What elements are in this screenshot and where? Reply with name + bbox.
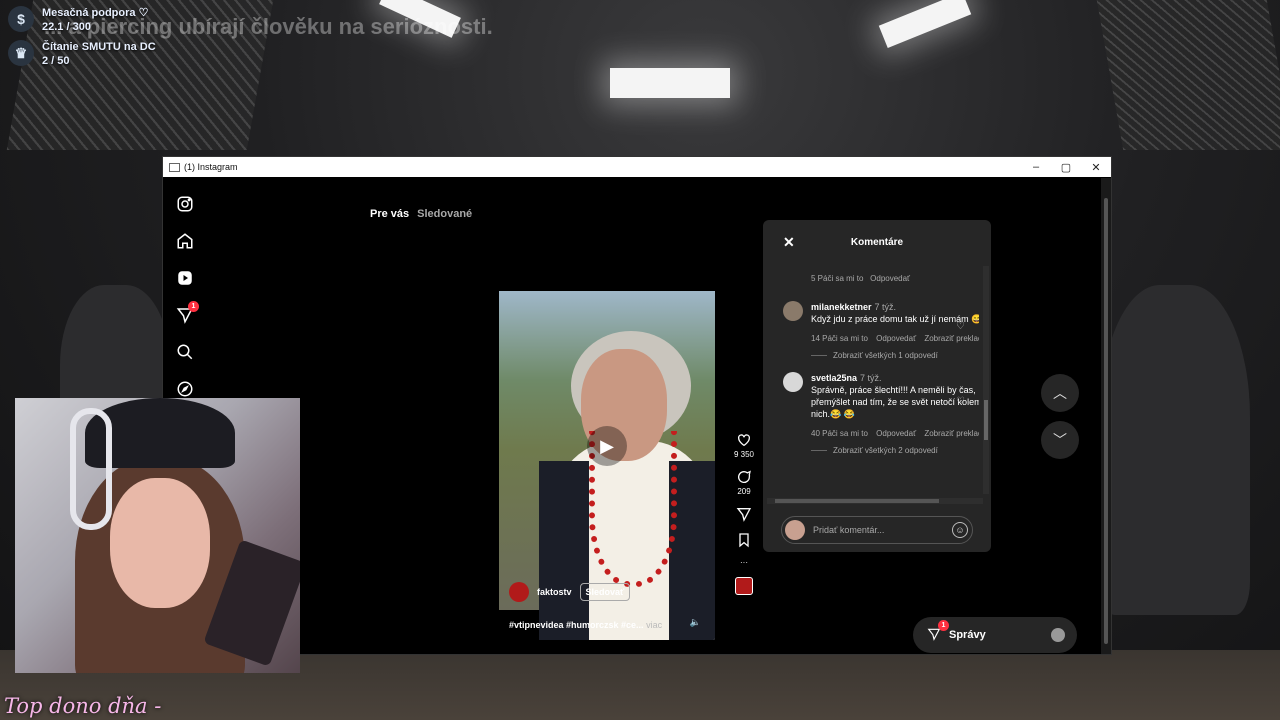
comments-panel: ✕ Komentáre 5 Páči sa mi to Odpovedať mi… bbox=[763, 220, 991, 552]
comment-text: Správně, práce šlechtí!!! A neměli by ča… bbox=[811, 385, 979, 419]
sidebar: 1 bbox=[173, 192, 199, 414]
caption-more-link[interactable]: viac bbox=[646, 620, 662, 630]
search-icon[interactable] bbox=[173, 340, 197, 364]
studio-light-center bbox=[610, 68, 730, 98]
author-username[interactable]: faktostv bbox=[537, 587, 572, 597]
background-person-right bbox=[1100, 285, 1250, 615]
add-comment-field[interactable]: Pridať komentár... ☺ bbox=[781, 516, 973, 544]
reel-caption: #vtipnevidea #humorczsk #ce... viac bbox=[509, 620, 662, 630]
comment-likes: 5 Páči sa mi to bbox=[811, 274, 864, 283]
messages-avatar bbox=[1051, 628, 1065, 642]
play-icon[interactable]: ▶ bbox=[587, 426, 627, 466]
home-icon[interactable] bbox=[173, 229, 197, 253]
comment-likes: 40 Páči sa mi to bbox=[811, 429, 868, 438]
streamer-webcam bbox=[15, 398, 300, 673]
add-comment-placeholder[interactable]: Pridať komentár... bbox=[813, 525, 884, 535]
comment-like-heart-icon[interactable]: ♡ bbox=[956, 396, 965, 407]
comment-count: 209 bbox=[737, 487, 751, 496]
follow-button[interactable]: Sledovať bbox=[579, 583, 631, 601]
goal-reading: ♛ Čítanie SMUTU na DC 2 / 50 bbox=[8, 40, 156, 68]
comments-vertical-scrollbar[interactable] bbox=[983, 266, 989, 494]
comment-action[interactable]: 209 bbox=[733, 469, 755, 496]
comment-time: 7 týž. bbox=[860, 373, 882, 383]
dollar-icon: $ bbox=[8, 6, 34, 32]
like-action[interactable]: 9 350 bbox=[733, 432, 755, 459]
like-count: 9 350 bbox=[733, 450, 755, 459]
close-comments-button[interactable]: ✕ bbox=[783, 234, 795, 251]
heart-icon bbox=[738, 434, 750, 447]
comments-title: Komentáre bbox=[850, 236, 904, 248]
comment-text: Když jdu z práce domu tak už jí nemám 😄 bbox=[811, 314, 979, 324]
studio-softbox-right bbox=[1096, 0, 1280, 150]
goal-monthly-support: $ Mesačná podpora ♡ 22.1 / 300 bbox=[8, 6, 148, 34]
reel-video[interactable]: ▶ faktostv Sledovať #vtipnevidea #humorc… bbox=[499, 256, 715, 640]
view-replies-link[interactable]: Zobraziť všetkých 2 odpovedí bbox=[811, 446, 979, 455]
previous-reel-button[interactable]: ︿ bbox=[1041, 374, 1079, 412]
tab-following[interactable]: Sledované bbox=[417, 208, 472, 220]
reply-link[interactable]: Odpovedať bbox=[876, 429, 916, 438]
comment-item: svetla25na 7 týž. Správně, práce šlechtí!… bbox=[783, 372, 979, 440]
window-scrollbar[interactable] bbox=[1101, 178, 1111, 654]
messages-badge: 1 bbox=[938, 619, 949, 631]
my-avatar bbox=[785, 520, 805, 540]
share-action[interactable] bbox=[733, 506, 755, 522]
window-app-icon bbox=[169, 162, 180, 172]
instagram-window: (1) Instagram – ▢ ✕ 1 Pre vás Sledované … bbox=[162, 156, 1112, 655]
tab-for-you[interactable]: Pre vás bbox=[370, 208, 409, 220]
commenter-username[interactable]: milanekketner bbox=[811, 302, 872, 312]
crown-icon: ♛ bbox=[8, 40, 34, 66]
view-replies-link[interactable]: Zobraziť všetkých 1 odpovedí bbox=[811, 351, 979, 360]
comment-item: milanekketner 7 týž. Když jdu z práce dom… bbox=[783, 301, 979, 345]
direct-messages-icon: 1 bbox=[927, 619, 949, 644]
goal-label: Čítanie SMUTU na DC bbox=[42, 41, 156, 53]
translate-link[interactable]: Zobraziť preklad bbox=[924, 429, 979, 438]
minimize-button[interactable]: – bbox=[1021, 161, 1051, 174]
emoji-icon[interactable]: ☺ bbox=[952, 522, 968, 538]
reels-icon[interactable] bbox=[173, 266, 197, 290]
save-action[interactable] bbox=[733, 532, 755, 548]
bookmark-icon bbox=[739, 533, 749, 548]
top-donation-label: Top dono dňa - bbox=[4, 694, 162, 718]
comment-icon bbox=[738, 470, 751, 483]
close-window-button[interactable]: ✕ bbox=[1081, 161, 1111, 174]
notification-badge: 1 bbox=[188, 301, 199, 312]
commenter-avatar[interactable] bbox=[783, 301, 803, 321]
reply-link[interactable]: Odpovedať bbox=[870, 274, 910, 283]
commenter-username[interactable]: svetla25na bbox=[811, 373, 857, 383]
window-title: (1) Instagram bbox=[184, 162, 238, 172]
translate-link[interactable]: Zobraziť preklad bbox=[924, 334, 979, 343]
comments-list[interactable]: 5 Páči sa mi to Odpovedať milanekketner 7… bbox=[783, 264, 979, 488]
goal-progress: 2 / 50 bbox=[42, 55, 70, 67]
audio-thumbnail[interactable] bbox=[735, 577, 753, 595]
goal-progress: 22.1 / 300 bbox=[42, 21, 91, 33]
commenter-avatar[interactable] bbox=[783, 372, 803, 392]
messages-button[interactable]: 1 Správy bbox=[913, 617, 1077, 653]
comment-like-heart-icon[interactable]: ♡ bbox=[956, 321, 965, 332]
mute-icon[interactable]: 🔈 bbox=[690, 617, 701, 628]
next-reel-button[interactable]: ﹀ bbox=[1041, 421, 1079, 459]
maximize-button[interactable]: ▢ bbox=[1051, 161, 1081, 174]
comments-horizontal-scrollbar[interactable] bbox=[767, 498, 983, 504]
share-icon bbox=[736, 508, 752, 522]
direct-messages-icon[interactable]: 1 bbox=[173, 301, 199, 327]
author-avatar[interactable] bbox=[509, 582, 529, 602]
instagram-logo-icon[interactable] bbox=[173, 192, 197, 216]
reply-link[interactable]: Odpovedať bbox=[876, 334, 916, 343]
instagram-content: 1 Pre vás Sledované ▶ faktostv Sledovať … bbox=[163, 178, 1111, 654]
messages-label: Správy bbox=[949, 629, 986, 641]
reel-actions: 9 350 209 ··· bbox=[733, 432, 755, 595]
reel-author: faktostv Sledovať bbox=[509, 582, 631, 602]
more-options-icon[interactable]: ··· bbox=[733, 558, 755, 567]
goal-label: Mesačná podpora ♡ bbox=[42, 7, 149, 19]
feed-tabs: Pre vás Sledované bbox=[370, 208, 472, 220]
comment-likes: 14 Páči sa mi to bbox=[811, 334, 868, 343]
comment-time: 7 týž. bbox=[874, 302, 897, 312]
caption-text: #vtipnevidea #humorczsk #ce... bbox=[509, 620, 644, 630]
window-titlebar: (1) Instagram – ▢ ✕ bbox=[163, 157, 1111, 177]
comment-meta: 5 Páči sa mi to Odpovedať bbox=[811, 274, 979, 283]
